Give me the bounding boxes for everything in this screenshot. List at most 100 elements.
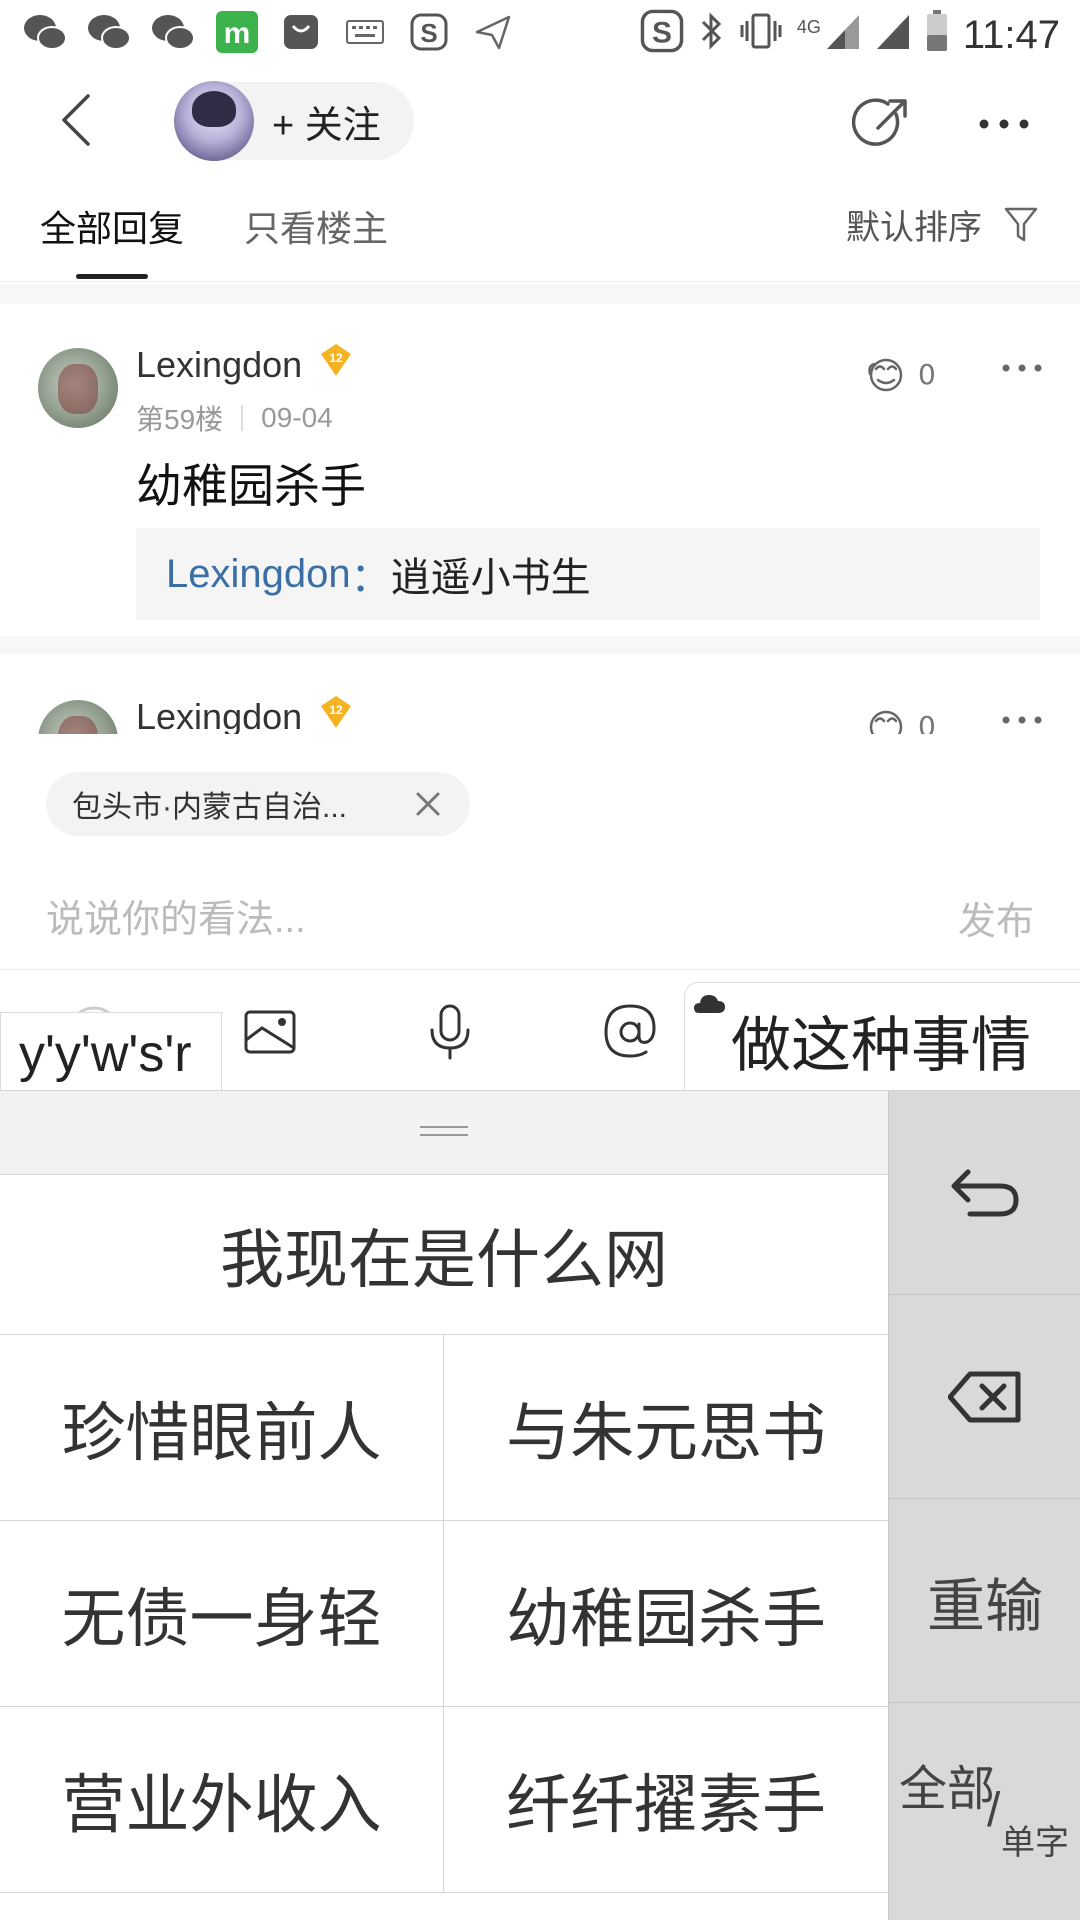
- floor-number: 第59楼: [136, 404, 224, 435]
- comment-input[interactable]: [46, 888, 846, 952]
- reply-tabs: 全部回复 只看楼主 默认排序: [0, 176, 1080, 282]
- share-icon: [851, 98, 907, 146]
- close-icon[interactable]: [412, 788, 444, 820]
- candidate-item[interactable]: 幼稚园杀手: [444, 1521, 888, 1707]
- wechat-icon: [86, 10, 132, 54]
- publish-button[interactable]: 发布: [958, 890, 1034, 945]
- candidate-item[interactable]: 珍惜眼前人: [0, 1335, 444, 1521]
- all-single-toggle-key[interactable]: 全部 / 单字: [889, 1703, 1080, 1907]
- system-status: S 4G 11:47: [639, 8, 1060, 63]
- top-nav: + 关注: [0, 64, 1080, 176]
- level-badge-icon: 12: [321, 696, 351, 728]
- toggle-slash: /: [987, 1784, 1001, 1837]
- ime-cloud-candidate[interactable]: 做这种事情: [684, 982, 1080, 1090]
- network-type: 4G: [796, 17, 821, 37]
- keyboard-drag-handle[interactable]: [0, 1091, 888, 1175]
- reply-date: 09-04: [261, 402, 333, 433]
- username[interactable]: Lexingdon: [136, 696, 302, 734]
- reply-item[interactable]: Lexingdon 12 第59楼 09-04 0 幼稚园杀手 Lexingdo…: [0, 304, 1080, 654]
- signal-icon: [875, 11, 911, 60]
- level-badge-icon: 12: [321, 344, 351, 376]
- like-face-icon: [869, 710, 903, 734]
- keyboard-icon: [342, 10, 388, 54]
- level-number: 12: [329, 703, 343, 717]
- svg-text:m: m: [224, 17, 251, 50]
- more-dots-icon[interactable]: [1000, 358, 1044, 378]
- candidate-grid: 我现在是什么网 珍惜眼前人 与朱元思书 无债一身轻 幼稚园杀手 营业外收入 纤纤…: [0, 1091, 888, 1920]
- sogou-icon: S: [639, 8, 685, 63]
- sub-reply[interactable]: Lexingdon ： 逍遥小书生: [136, 528, 1040, 620]
- notification-icons: m S: [22, 10, 516, 54]
- candidate-full[interactable]: 我现在是什么网: [0, 1175, 888, 1335]
- cloud-candidate-text: 做这种事情: [731, 1012, 1031, 1079]
- sort-button[interactable]: 默认排序: [846, 200, 1038, 249]
- keyboard-side-keys: 重输 全部 / 单字: [888, 1091, 1080, 1920]
- filter-icon: [1004, 207, 1038, 241]
- single-label: 单字: [1001, 1824, 1069, 1862]
- svg-text:S: S: [420, 18, 437, 48]
- more-dots-icon: [979, 119, 1029, 129]
- ime-keyboard: 我现在是什么网 珍惜眼前人 与朱元思书 无债一身轻 幼稚园杀手 营业外收入 纤纤…: [0, 1090, 1080, 1920]
- mention-icon[interactable]: [598, 1000, 662, 1064]
- all-label: 全部: [899, 1763, 996, 1816]
- avatar[interactable]: [38, 348, 118, 428]
- reply-item[interactable]: Lexingdon 12 0: [0, 672, 1080, 734]
- author-avatar[interactable]: [174, 81, 254, 161]
- back-button[interactable]: [50, 90, 110, 150]
- location-chip[interactable]: 包头市·内蒙古自治...: [46, 772, 470, 836]
- more-button[interactable]: [976, 94, 1036, 154]
- more-dots-icon[interactable]: [1000, 710, 1044, 730]
- candidate-item[interactable]: 营业外收入: [0, 1707, 444, 1893]
- send-icon: [470, 10, 516, 54]
- reply-content: 幼稚园杀手: [136, 460, 366, 512]
- sub-reply-text: 逍遥小书生: [390, 556, 591, 600]
- wechat-icon: [22, 10, 68, 54]
- reinput-key[interactable]: 重输: [889, 1499, 1080, 1703]
- svg-text:S: S: [652, 17, 672, 50]
- reply-meta: 第59楼 09-04: [136, 398, 333, 438]
- sogou-icon: S: [406, 10, 452, 54]
- signal-icon: [825, 11, 861, 60]
- sort-label: 默认排序: [846, 209, 982, 247]
- follow-label: + 关注: [272, 104, 381, 147]
- location-label: 包头市·内蒙古自治...: [72, 791, 347, 824]
- section-divider: [0, 284, 1080, 304]
- wechat-icon: [150, 10, 196, 54]
- level-number: 12: [329, 351, 343, 365]
- sub-reply-separator: ：: [350, 556, 391, 600]
- candidate-item[interactable]: 纤纤擢素手: [444, 1707, 888, 1893]
- chevron-left-icon: [62, 94, 90, 146]
- like-count: 0: [918, 709, 936, 735]
- backspace-icon: [948, 1371, 1021, 1422]
- return-arrow-icon: [951, 1169, 1019, 1216]
- status-bar: m S S 4G 11:47: [0, 0, 1080, 64]
- sub-reply-author[interactable]: Lexingdon: [166, 552, 351, 597]
- image-icon[interactable]: [238, 1000, 302, 1064]
- grip-icon: [420, 1126, 468, 1136]
- candidate-item[interactable]: 无债一身轻: [0, 1521, 444, 1707]
- avatar[interactable]: [38, 700, 118, 734]
- microphone-icon[interactable]: [418, 1000, 482, 1064]
- comment-bar: 发布: [0, 870, 1080, 970]
- battery-icon: [925, 9, 949, 62]
- bluetooth-icon: [699, 10, 725, 61]
- like-count: 0: [918, 357, 936, 391]
- like-face-icon: [868, 358, 903, 392]
- like-button[interactable]: 0: [866, 706, 936, 734]
- clock: 11:47: [962, 13, 1060, 57]
- tab-owner-only[interactable]: 只看楼主: [244, 200, 388, 252]
- active-tab-indicator: [76, 274, 148, 279]
- follow-button[interactable]: + 关注: [174, 81, 414, 161]
- username[interactable]: Lexingdon: [136, 344, 302, 386]
- like-button[interactable]: 0: [866, 354, 936, 394]
- candidate-item[interactable]: 与朱元思书: [444, 1335, 888, 1521]
- meta-divider: [241, 405, 244, 431]
- ime-pinyin-composition: y'y'w's'r: [0, 1012, 222, 1090]
- vibrate-icon: [739, 11, 783, 60]
- delete-key[interactable]: [889, 1295, 1080, 1499]
- cloud-icon: [694, 995, 725, 1013]
- share-button[interactable]: [851, 94, 912, 154]
- tab-all-replies[interactable]: 全部回复: [40, 200, 184, 252]
- app-bag-icon: [278, 10, 324, 54]
- return-key[interactable]: [889, 1091, 1080, 1295]
